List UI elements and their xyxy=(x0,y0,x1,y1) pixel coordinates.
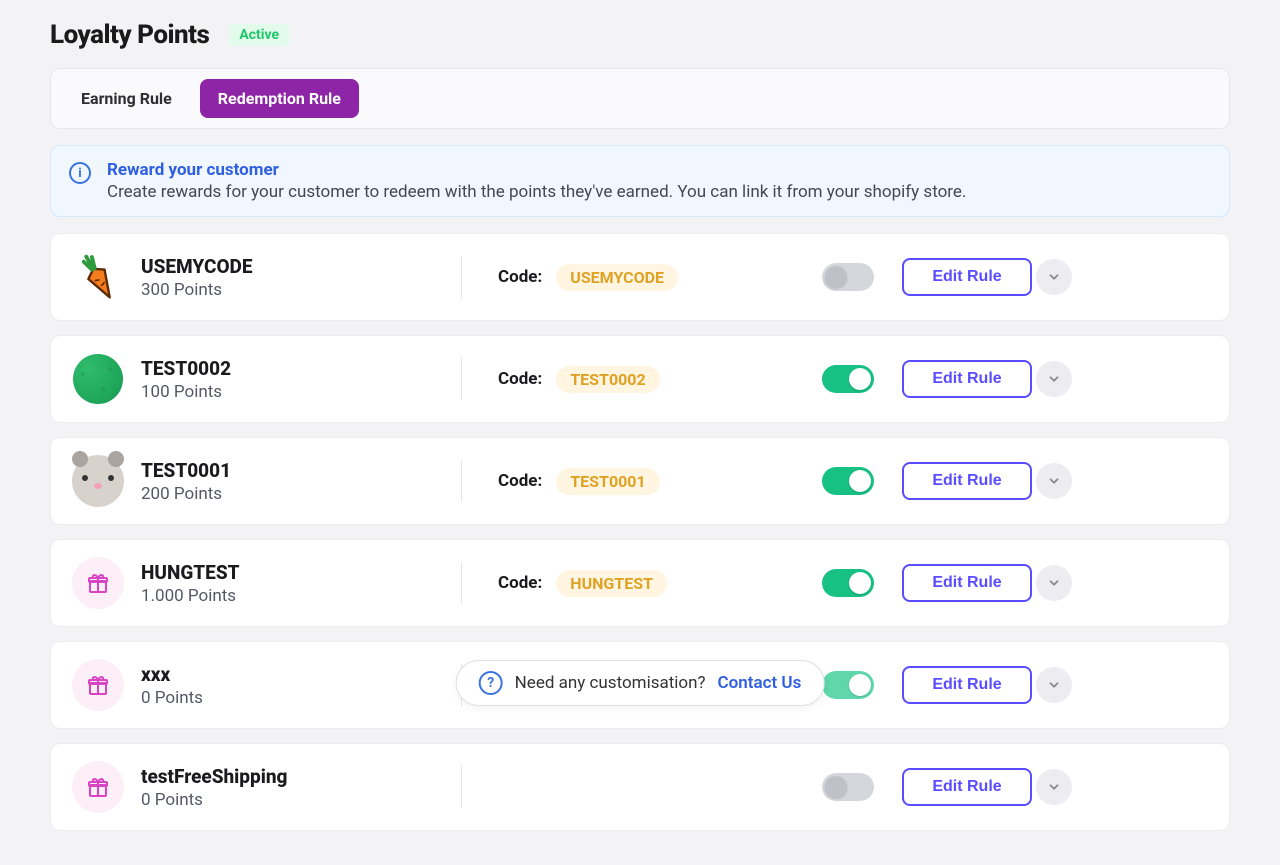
rule-points: 1.000 Points xyxy=(141,586,461,606)
code-wrap: Code: USEMYCODE xyxy=(462,264,822,291)
info-banner: i Reward your customer Create rewards fo… xyxy=(50,145,1230,217)
rule-card: testFreeShipping 0 Points Edit Rule xyxy=(50,743,1230,831)
divider xyxy=(461,766,462,808)
rule-card: TEST0002 100 Points Code: TEST0002 Edit R… xyxy=(50,335,1230,423)
help-text: Need any customisation? xyxy=(515,673,706,693)
expand-button[interactable] xyxy=(1036,463,1072,499)
expand-button[interactable] xyxy=(1036,259,1072,295)
tab-redemption-rule[interactable]: Redemption Rule xyxy=(200,79,359,118)
green-icon xyxy=(71,352,125,406)
enable-toggle[interactable] xyxy=(822,365,874,393)
rule-points: 300 Points xyxy=(141,280,461,300)
code-pill: HUNGTEST xyxy=(556,570,667,597)
rule-points: 0 Points xyxy=(141,688,461,708)
edit-rule-button[interactable]: Edit Rule xyxy=(902,258,1032,296)
rule-info: testFreeShipping 0 Points xyxy=(141,765,461,810)
rule-points: 200 Points xyxy=(141,484,461,504)
gift-icon xyxy=(71,760,125,814)
code-label: Code: xyxy=(498,573,542,593)
tab-earning-rule[interactable]: Earning Rule xyxy=(63,79,190,118)
rule-points: 0 Points xyxy=(141,790,461,810)
rule-info: TEST0002 100 Points xyxy=(141,357,461,402)
code-pill: TEST0001 xyxy=(556,468,659,495)
rule-name: USEMYCODE xyxy=(141,255,461,278)
edit-rule-button[interactable]: Edit Rule xyxy=(902,768,1032,806)
rule-name: TEST0002 xyxy=(141,357,461,380)
enable-toggle[interactable] xyxy=(822,263,874,291)
enable-toggle[interactable] xyxy=(822,569,874,597)
info-icon: i xyxy=(69,162,91,184)
tabs: Earning Rule Redemption Rule xyxy=(50,68,1230,129)
contact-us-link[interactable]: Contact Us xyxy=(718,673,802,693)
expand-button[interactable] xyxy=(1036,565,1072,601)
code-pill: USEMYCODE xyxy=(556,264,678,291)
code-label: Code: xyxy=(498,267,542,287)
edit-rule-button[interactable]: Edit Rule xyxy=(902,564,1032,602)
rule-card: TEST0001 200 Points Code: TEST0001 Edit R… xyxy=(50,437,1230,525)
rule-info: xxx 0 Points xyxy=(141,663,461,708)
page-title: Loyalty Points xyxy=(50,20,209,50)
gift-icon xyxy=(71,556,125,610)
rule-card: USEMYCODE 300 Points Code: USEMYCODE Edit… xyxy=(50,233,1230,321)
info-text: Create rewards for your customer to rede… xyxy=(107,182,966,202)
code-wrap: Code: TEST0002 xyxy=(462,366,822,393)
rule-name: HUNGTEST xyxy=(141,561,461,584)
rule-name: testFreeShipping xyxy=(141,765,461,788)
rule-name: TEST0001 xyxy=(141,459,461,482)
info-title: Reward your customer xyxy=(107,160,966,180)
status-badge: Active xyxy=(229,24,289,46)
edit-rule-button[interactable]: Edit Rule xyxy=(902,360,1032,398)
expand-button[interactable] xyxy=(1036,361,1072,397)
enable-toggle[interactable] xyxy=(822,773,874,801)
carrot-icon xyxy=(71,250,125,304)
code-label: Code: xyxy=(498,369,542,389)
code-wrap: Code: TEST0001 xyxy=(462,468,822,495)
edit-rule-button[interactable]: Edit Rule xyxy=(902,462,1032,500)
code-pill: TEST0002 xyxy=(556,366,659,393)
code-wrap: Code: HUNGTEST xyxy=(462,570,822,597)
code-label: Code: xyxy=(498,471,542,491)
edit-rule-button[interactable]: Edit Rule xyxy=(902,666,1032,704)
expand-button[interactable] xyxy=(1036,769,1072,805)
hamster-icon xyxy=(71,454,125,508)
expand-button[interactable] xyxy=(1036,667,1072,703)
help-icon: ? xyxy=(479,671,503,695)
enable-toggle[interactable] xyxy=(822,671,874,699)
rule-info: TEST0001 200 Points xyxy=(141,459,461,504)
help-pill: ? Need any customisation? Contact Us xyxy=(456,660,825,706)
gift-icon xyxy=(71,658,125,712)
rule-info: USEMYCODE 300 Points xyxy=(141,255,461,300)
rule-points: 100 Points xyxy=(141,382,461,402)
rule-name: xxx xyxy=(141,663,461,686)
rule-info: HUNGTEST 1.000 Points xyxy=(141,561,461,606)
enable-toggle[interactable] xyxy=(822,467,874,495)
rule-card: HUNGTEST 1.000 Points Code: HUNGTEST Edit… xyxy=(50,539,1230,627)
